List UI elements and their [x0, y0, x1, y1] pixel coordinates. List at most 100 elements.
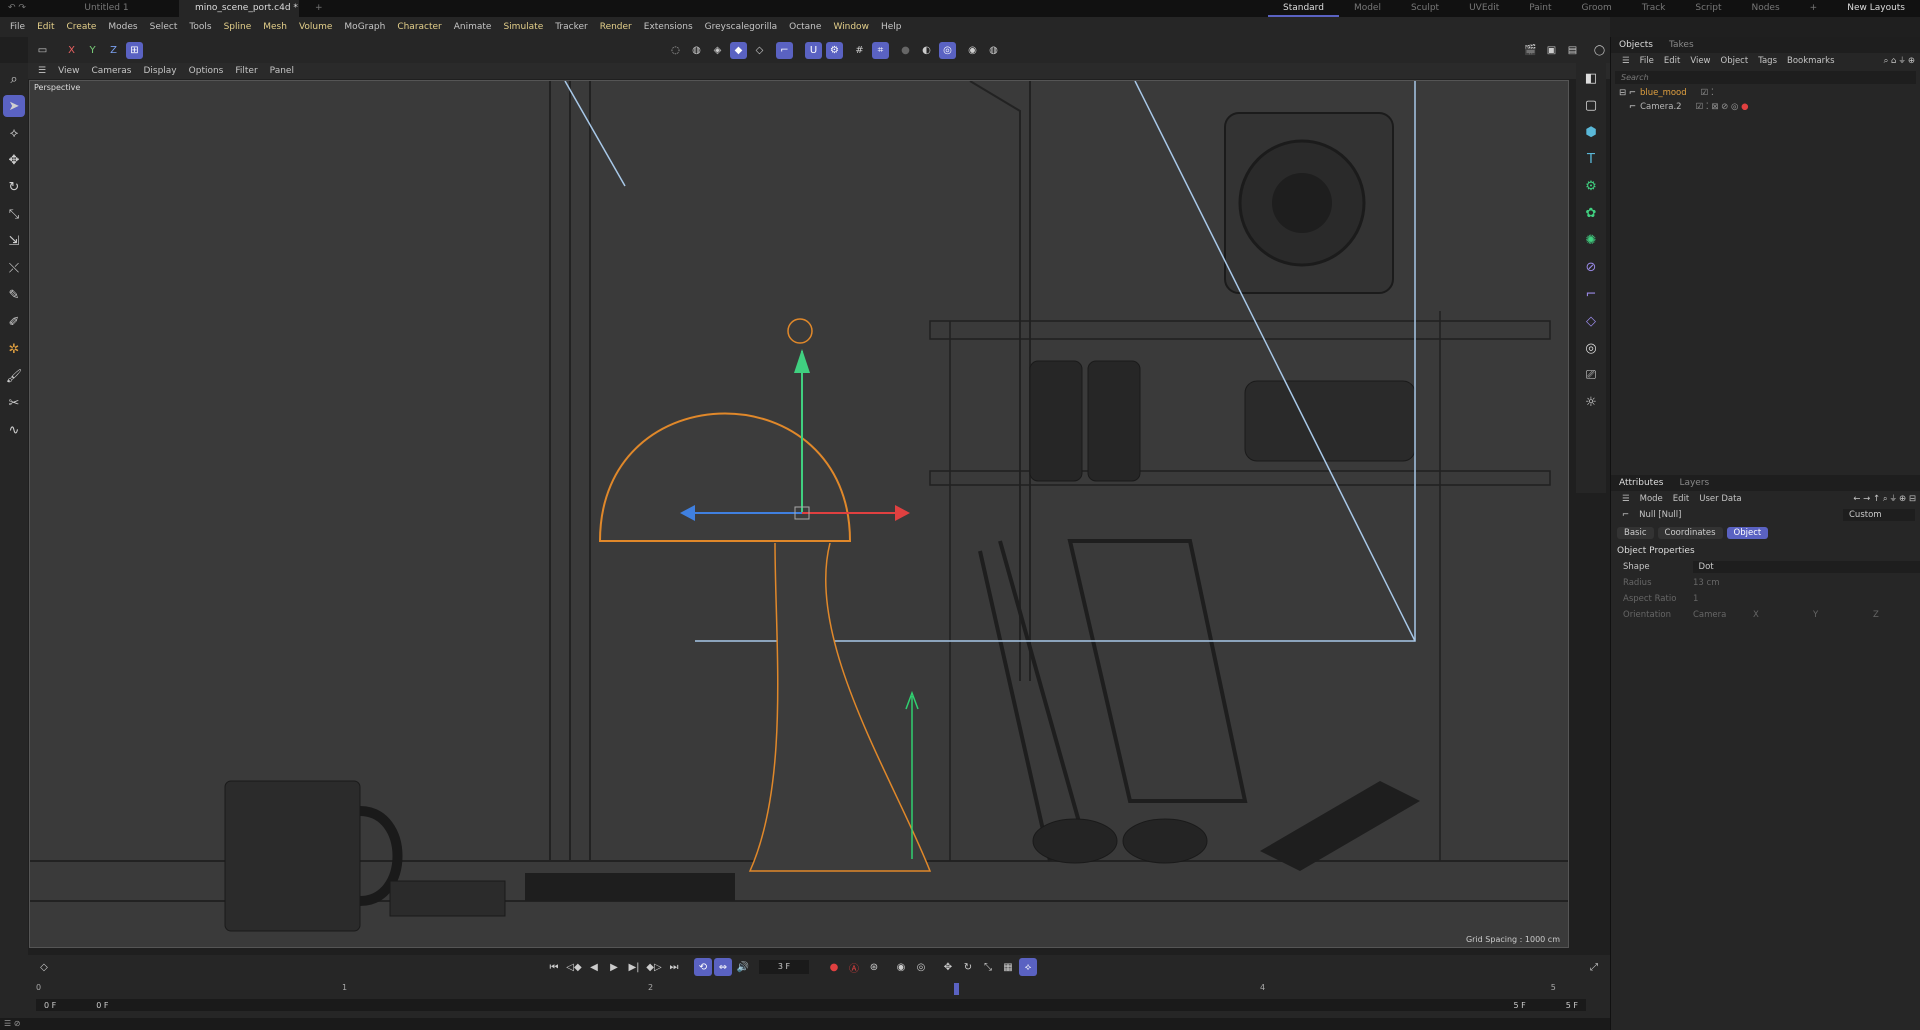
- objects-hamburger-icon[interactable]: ☰: [1617, 56, 1635, 66]
- object-row-camera-2[interactable]: ⌐ Camera.2 ☑ ⁚ ⊠ ⊘ ◎ ●: [1611, 100, 1920, 114]
- new-tab-button[interactable]: +: [299, 0, 339, 17]
- menu-octane[interactable]: Octane: [783, 22, 827, 32]
- next-key-icon[interactable]: ◆▷: [645, 958, 663, 976]
- soft-select-icon[interactable]: ◎: [939, 41, 956, 59]
- key-pla-icon[interactable]: ⤡: [979, 958, 997, 976]
- environment-icon[interactable]: ◎: [1579, 336, 1603, 360]
- viewport-menu-options[interactable]: Options: [183, 66, 230, 76]
- snap-settings-icon[interactable]: ⚙: [826, 41, 843, 59]
- undo-view-icon[interactable]: ▭: [34, 42, 51, 59]
- coordinate-system-icon[interactable]: ⊞: [126, 41, 143, 59]
- range-end-field[interactable]: 5 F: [1514, 1001, 1526, 1010]
- transfer-tool-icon[interactable]: ⇲: [3, 230, 25, 252]
- menu-simulate[interactable]: Simulate: [497, 22, 549, 32]
- objects-search-icon[interactable]: ⌕ ⌂ ⏚ ⊕: [1879, 56, 1920, 66]
- subtab-coordinates[interactable]: Coordinates: [1657, 527, 1723, 539]
- cube-primitive-icon[interactable]: ⬢: [1579, 120, 1603, 144]
- menu-file[interactable]: File: [4, 22, 31, 32]
- menu-create[interactable]: Create: [61, 22, 103, 32]
- autokey-icon[interactable]: Ⓐ: [845, 958, 863, 976]
- stitch-icon[interactable]: ∿: [3, 419, 25, 441]
- attributes-menu-mode[interactable]: Mode: [1635, 494, 1668, 504]
- key-point-icon[interactable]: ▦: [999, 958, 1017, 976]
- live-select-icon[interactable]: ⟡: [3, 122, 25, 144]
- orientation-y[interactable]: Y: [1813, 610, 1873, 620]
- octane-icon[interactable]: ◍: [985, 42, 1002, 59]
- radius-field[interactable]: 13 cm: [1693, 578, 1719, 588]
- preset-dropdown[interactable]: Custom: [1843, 509, 1915, 521]
- viewport-menu-cameras[interactable]: Cameras: [85, 66, 137, 76]
- go-to-end-icon[interactable]: ⏭: [665, 958, 683, 976]
- uv-mode-icon[interactable]: ◇: [751, 42, 768, 59]
- menu-character[interactable]: Character: [391, 22, 447, 32]
- sound-icon[interactable]: 🔊: [734, 958, 752, 976]
- orientation-dropdown[interactable]: Camera: [1693, 610, 1753, 620]
- keyframe-selection-icon[interactable]: ⊛: [865, 958, 883, 976]
- previous-frame-icon[interactable]: ◀: [585, 958, 603, 976]
- key-position-icon[interactable]: ◉: [892, 958, 910, 976]
- field-icon[interactable]: ⊘: [1579, 255, 1603, 279]
- status-menu-icon[interactable]: ☰ ⊘: [0, 1019, 20, 1028]
- snap-icon[interactable]: U: [805, 41, 822, 59]
- menu-modes[interactable]: Modes: [102, 22, 143, 32]
- key-interpolation-icon[interactable]: ⟡: [1019, 958, 1037, 976]
- generator-icon[interactable]: ⚙: [1579, 174, 1603, 198]
- add-layout-icon[interactable]: +: [1795, 0, 1833, 17]
- menu-tools[interactable]: Tools: [183, 22, 217, 32]
- key-rotation-icon[interactable]: ◎: [912, 958, 930, 976]
- objects-menu-tags[interactable]: Tags: [1753, 56, 1782, 66]
- layout-track[interactable]: Track: [1627, 0, 1681, 17]
- menu-render[interactable]: Render: [594, 22, 638, 32]
- solo-icon[interactable]: ◐: [918, 42, 935, 59]
- layout-groom[interactable]: Groom: [1567, 0, 1627, 17]
- menu-edit[interactable]: Edit: [31, 22, 60, 32]
- frame-ruler[interactable]: 0 1 2 3 4 5: [36, 983, 1566, 995]
- render-view-icon[interactable]: 🎬: [1522, 42, 1539, 59]
- tab-takes[interactable]: Takes: [1661, 40, 1702, 50]
- objects-menu-object[interactable]: Object: [1716, 56, 1754, 66]
- object-row-blue-mood[interactable]: ⊟ ⌐ blue_mood ☑ ⁚: [1611, 86, 1920, 100]
- brush-icon[interactable]: 🖌: [3, 365, 25, 387]
- menu-volume[interactable]: Volume: [293, 22, 338, 32]
- timeline-expand-icon[interactable]: ⤢: [1585, 958, 1603, 976]
- menu-spline[interactable]: Spline: [218, 22, 258, 32]
- objects-menu-edit[interactable]: Edit: [1659, 56, 1685, 66]
- menu-window[interactable]: Window: [827, 22, 875, 32]
- viewport-menu-view[interactable]: View: [52, 66, 85, 76]
- spline-icon[interactable]: ⌐: [1579, 282, 1603, 306]
- viewport-menu-panel[interactable]: Panel: [264, 66, 300, 76]
- layout-script[interactable]: Script: [1680, 0, 1736, 17]
- orientation-x[interactable]: X: [1753, 610, 1813, 620]
- render-picture-viewer-icon[interactable]: ▣: [1543, 42, 1560, 59]
- end-frame-field[interactable]: 5 F: [1566, 1001, 1578, 1010]
- go-to-start-icon[interactable]: ⏮: [545, 958, 563, 976]
- menu-animate[interactable]: Animate: [448, 22, 498, 32]
- axis-y-button[interactable]: Y: [84, 42, 101, 59]
- volume-icon[interactable]: ◇: [1579, 309, 1603, 333]
- model-mode-icon[interactable]: ◆: [730, 41, 747, 59]
- objects-menu-bookmarks[interactable]: Bookmarks: [1782, 56, 1840, 66]
- attributes-menu-edit[interactable]: Edit: [1668, 494, 1694, 504]
- key-scale-icon[interactable]: ✥: [939, 958, 957, 976]
- menu-mesh[interactable]: Mesh: [257, 22, 293, 32]
- range-start-field[interactable]: 0 F: [96, 1001, 108, 1010]
- tab-undo[interactable]: ↶ ↷: [0, 0, 34, 17]
- new-layouts-button[interactable]: New Layouts: [1832, 0, 1920, 17]
- cloner-icon[interactable]: ✲: [3, 338, 25, 360]
- deformer-icon[interactable]: ✺: [1579, 228, 1603, 252]
- scale-tool-icon[interactable]: ⤡: [3, 203, 25, 225]
- playhead[interactable]: [954, 983, 959, 995]
- edges-mode-icon[interactable]: ◍: [688, 42, 705, 59]
- spline-pen-icon[interactable]: ✎: [3, 284, 25, 306]
- polygons-mode-icon[interactable]: ◈: [709, 42, 726, 59]
- attributes-hamburger-icon[interactable]: ☰: [1617, 494, 1635, 504]
- grid-icon[interactable]: #: [851, 42, 868, 59]
- subtab-object[interactable]: Object: [1726, 527, 1769, 539]
- layout-sculpt[interactable]: Sculpt: [1396, 0, 1454, 17]
- camera-icon[interactable]: ⎚: [1579, 363, 1603, 387]
- key-param-icon[interactable]: ↻: [959, 958, 977, 976]
- current-frame-field[interactable]: 3 F: [759, 960, 809, 974]
- snap-tool-icon[interactable]: ⤬: [3, 257, 25, 279]
- view-layout-icon[interactable]: ◧: [1579, 66, 1603, 90]
- select-tool-icon[interactable]: ➤: [3, 95, 25, 117]
